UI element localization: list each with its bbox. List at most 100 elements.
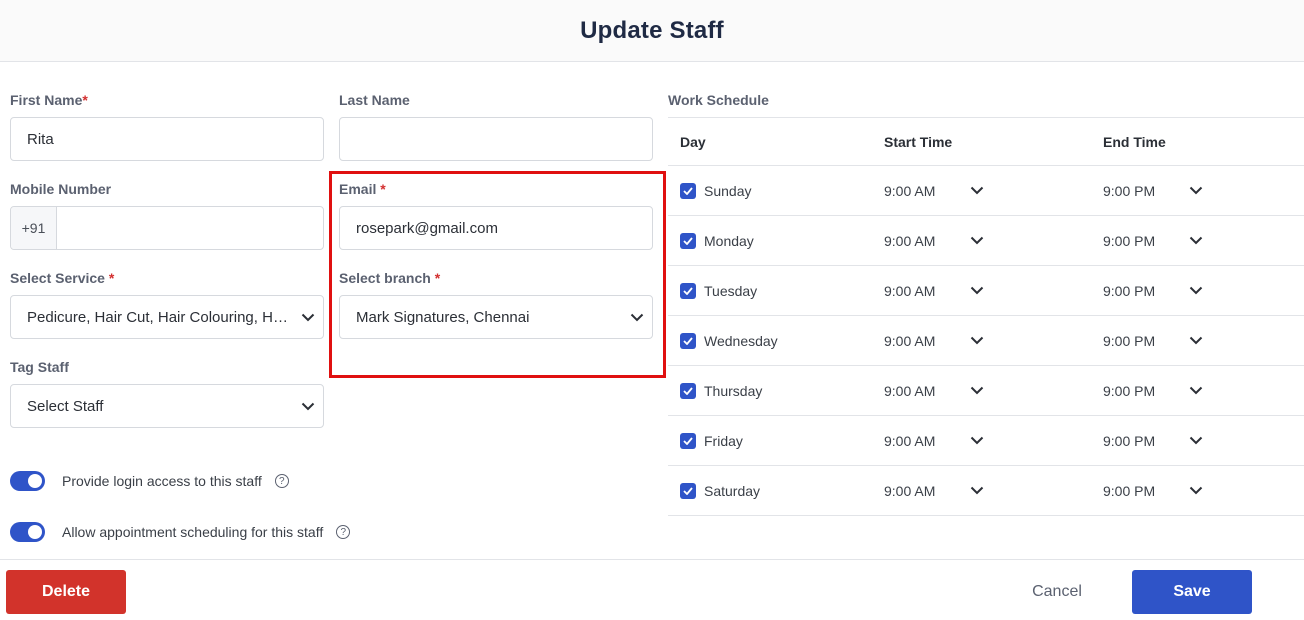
chevron-down-icon bbox=[962, 486, 992, 495]
email-value: rosepark@gmail.com bbox=[356, 219, 498, 237]
country-code-prefix: +91 bbox=[11, 207, 57, 249]
mobile-number-label: Mobile Number bbox=[10, 181, 112, 197]
appointment-scheduling-label: Allow appointment scheduling for this st… bbox=[62, 524, 324, 540]
footer-bar bbox=[0, 559, 1304, 620]
help-icon[interactable]: ? bbox=[336, 525, 351, 539]
end-time-select[interactable]: 9:00 PM bbox=[1103, 283, 1304, 299]
chevron-down-icon bbox=[1181, 336, 1211, 345]
select-branch-dropdown[interactable]: Mark Signatures, Chennai bbox=[339, 295, 653, 339]
end-time-select[interactable]: 9:00 PM bbox=[1103, 483, 1304, 499]
table-row: Wednesday 9:00 AM 9:00 PM bbox=[668, 316, 1304, 366]
start-time-select[interactable]: 9:00 AM bbox=[884, 483, 1103, 499]
last-name-label: Last Name bbox=[339, 92, 410, 108]
day-checkbox[interactable] bbox=[680, 482, 696, 499]
end-time-value: 9:00 PM bbox=[1103, 282, 1156, 299]
work-schedule-title: Work Schedule bbox=[668, 92, 769, 108]
tag-staff-label: Tag Staff bbox=[10, 359, 69, 375]
day-cell: Tuesday bbox=[668, 282, 884, 299]
save-button[interactable]: Save bbox=[1132, 570, 1252, 614]
appointment-scheduling-row: Allow appointment scheduling for this st… bbox=[10, 522, 351, 542]
table-row: Thursday 9:00 AM 9:00 PM bbox=[668, 366, 1304, 416]
table-row: Saturday 9:00 AM 9:00 PM bbox=[668, 466, 1304, 516]
chevron-down-icon bbox=[1181, 436, 1211, 445]
day-checkbox[interactable] bbox=[680, 382, 696, 399]
table-row: Friday 9:00 AM 9:00 PM bbox=[668, 416, 1304, 466]
help-icon[interactable]: ? bbox=[274, 474, 289, 488]
select-service-dropdown[interactable]: Pedicure, Hair Cut, Hair Colouring, Hair… bbox=[10, 295, 324, 339]
chevron-down-icon bbox=[293, 402, 323, 411]
day-label: Tuesday bbox=[704, 282, 758, 299]
appointment-scheduling-toggle[interactable] bbox=[10, 522, 45, 542]
start-time-select[interactable]: 9:00 AM bbox=[884, 183, 1103, 199]
day-cell: Monday bbox=[668, 232, 884, 249]
chevron-down-icon bbox=[1181, 386, 1211, 395]
start-time-column-header: Start Time bbox=[884, 133, 953, 150]
day-checkbox[interactable] bbox=[680, 232, 696, 249]
start-time-select[interactable]: 9:00 AM bbox=[884, 283, 1103, 299]
chevron-down-icon bbox=[962, 186, 992, 195]
start-time-value: 9:00 AM bbox=[884, 332, 936, 349]
end-time-select[interactable]: 9:00 PM bbox=[1103, 433, 1304, 449]
chevron-down-icon bbox=[1181, 286, 1211, 295]
chevron-down-icon bbox=[962, 236, 992, 245]
end-time-select[interactable]: 9:00 PM bbox=[1103, 233, 1304, 249]
chevron-down-icon bbox=[293, 313, 323, 322]
end-time-select[interactable]: 9:00 PM bbox=[1103, 333, 1304, 349]
table-row: Monday 9:00 AM 9:00 PM bbox=[668, 216, 1304, 266]
chevron-down-icon bbox=[1181, 486, 1211, 495]
day-checkbox[interactable] bbox=[680, 432, 696, 449]
email-field[interactable]: rosepark@gmail.com bbox=[339, 206, 653, 250]
select-service-label: Select Service * bbox=[10, 270, 115, 286]
end-time-value: 9:00 PM bbox=[1103, 432, 1156, 449]
login-access-toggle[interactable] bbox=[10, 471, 45, 491]
tag-staff-dropdown[interactable]: Select Staff bbox=[10, 384, 324, 428]
table-header: Day Start Time End Time bbox=[668, 118, 1304, 166]
start-time-value: 9:00 AM bbox=[884, 482, 936, 499]
cancel-button[interactable]: Cancel bbox=[1012, 570, 1102, 614]
work-schedule-table: Day Start Time End Time Sunday 9:00 AM 9:0… bbox=[668, 117, 1304, 516]
day-cell: Friday bbox=[668, 432, 884, 449]
day-cell: Sunday bbox=[668, 182, 884, 199]
page-header: Update Staff bbox=[0, 0, 1304, 62]
select-branch-value: Mark Signatures, Chennai bbox=[356, 308, 530, 326]
day-cell: Thursday bbox=[668, 382, 884, 399]
start-time-value: 9:00 AM bbox=[884, 432, 936, 449]
chevron-down-icon bbox=[962, 336, 992, 345]
day-label: Sunday bbox=[704, 182, 752, 199]
day-column-header: Day bbox=[680, 133, 706, 150]
tag-staff-value: Select Staff bbox=[27, 397, 104, 415]
end-time-select[interactable]: 9:00 PM bbox=[1103, 183, 1304, 199]
table-row: Sunday 9:00 AM 9:00 PM bbox=[668, 166, 1304, 216]
start-time-value: 9:00 AM bbox=[884, 182, 936, 199]
day-label: Friday bbox=[704, 432, 743, 449]
start-time-value: 9:00 AM bbox=[884, 382, 936, 399]
select-service-value: Pedicure, Hair Cut, Hair Colouring, Hair… bbox=[27, 308, 293, 326]
table-row: Tuesday 9:00 AM 9:00 PM bbox=[668, 266, 1304, 316]
login-access-row: Provide login access to this staff ? bbox=[10, 471, 289, 491]
day-cell: Wednesday bbox=[668, 332, 884, 349]
first-name-label: First Name* bbox=[10, 92, 88, 108]
select-branch-label: Select branch * bbox=[339, 270, 441, 286]
end-time-column-header: End Time bbox=[1103, 133, 1166, 150]
chevron-down-icon bbox=[962, 286, 992, 295]
start-time-select[interactable]: 9:00 AM bbox=[884, 333, 1103, 349]
last-name-field[interactable] bbox=[339, 117, 653, 161]
day-checkbox[interactable] bbox=[680, 182, 696, 199]
day-cell: Saturday bbox=[668, 482, 884, 499]
end-time-value: 9:00 PM bbox=[1103, 232, 1156, 249]
start-time-value: 9:00 AM bbox=[884, 232, 936, 249]
chevron-down-icon bbox=[622, 313, 652, 322]
delete-button[interactable]: Delete bbox=[6, 570, 126, 614]
day-label: Saturday bbox=[704, 482, 761, 499]
chevron-down-icon bbox=[1181, 186, 1211, 195]
mobile-number-field[interactable]: +91 bbox=[10, 206, 324, 250]
start-time-select[interactable]: 9:00 AM bbox=[884, 433, 1103, 449]
end-time-select[interactable]: 9:00 PM bbox=[1103, 383, 1304, 399]
login-access-label: Provide login access to this staff bbox=[62, 473, 262, 489]
start-time-select[interactable]: 9:00 AM bbox=[884, 233, 1103, 249]
chevron-down-icon bbox=[1181, 236, 1211, 245]
first-name-field[interactable]: Rita bbox=[10, 117, 324, 161]
start-time-select[interactable]: 9:00 AM bbox=[884, 383, 1103, 399]
day-checkbox[interactable] bbox=[680, 332, 696, 349]
day-checkbox[interactable] bbox=[680, 282, 696, 299]
